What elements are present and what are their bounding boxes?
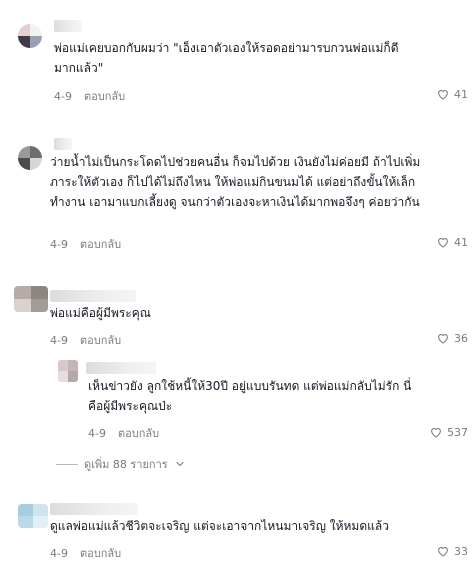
avatar[interactable]: [58, 360, 78, 382]
comment-text: ว่ายน้ำไม่เป็นกระโดดไปช่วยคนอื่น ก็จมไปด…: [50, 155, 421, 209]
comment-date: 4-9: [50, 546, 68, 560]
like-count: 36: [454, 331, 468, 345]
reply-button[interactable]: ตอบกลับ: [80, 331, 121, 349]
heart-outline-icon: [431, 428, 441, 438]
like-count: 33: [454, 544, 468, 558]
heart-outline-icon: [438, 547, 448, 557]
comment-date: 4-9: [54, 89, 72, 103]
comment-date: 4-9: [50, 237, 68, 251]
comment-meta: 4-9 ตอบกลับ: [54, 87, 125, 105]
like-button[interactable]: 41: [436, 235, 468, 249]
like-count: 41: [454, 87, 468, 101]
view-more-replies-button[interactable]: ดูเพิ่ม 88 รายการ: [56, 455, 186, 473]
heart-outline-icon: [438, 90, 448, 100]
like-button[interactable]: 537: [429, 425, 468, 439]
comment-text: พ่อแม่คือผู้มีพระคุณ: [50, 306, 151, 320]
like-button[interactable]: 41: [436, 87, 468, 101]
reply-button[interactable]: ตอบกลับ: [84, 87, 125, 105]
comment-meta: 4-9 ตอบกลับ: [50, 331, 121, 349]
username-blurred[interactable]: [50, 290, 136, 302]
comment-date: 4-9: [88, 426, 106, 440]
avatar[interactable]: [14, 286, 48, 312]
reply-button[interactable]: ตอบกลับ: [80, 544, 121, 562]
like-count: 41: [454, 235, 468, 249]
like-count: 537: [447, 425, 468, 439]
avatar[interactable]: [18, 24, 42, 48]
comment-text: เห็นข่าวยัง ลูกใช้หนี้ให้30ปี อยู่แบบรัน…: [88, 379, 412, 413]
comment-text: พ่อแม่เคยบอกกับผมว่า "เอ็งเอาตัวเองให้รอ…: [54, 41, 399, 75]
reply-button[interactable]: ตอบกลับ: [80, 235, 121, 253]
comment-meta: 4-9 ตอบกลับ: [50, 544, 121, 562]
chevron-down-icon: [176, 461, 184, 467]
like-button[interactable]: 33: [436, 544, 468, 558]
comment-date: 4-9: [50, 333, 68, 347]
heart-outline-icon: [438, 334, 448, 344]
username-blurred[interactable]: [54, 20, 82, 32]
reply-button[interactable]: ตอบกลับ: [118, 424, 159, 442]
username-blurred[interactable]: [54, 138, 72, 150]
avatar[interactable]: [18, 146, 42, 170]
avatar[interactable]: [18, 504, 48, 528]
username-blurred[interactable]: [86, 362, 156, 374]
like-button[interactable]: 36: [436, 331, 468, 345]
view-more-label: ดูเพิ่ม 88 รายการ: [84, 458, 168, 471]
heart-outline-icon: [438, 238, 448, 248]
username-blurred[interactable]: [50, 503, 138, 515]
comment-meta: 4-9 ตอบกลับ: [88, 424, 159, 442]
comment-text: ดูแลพ่อแม่แล้วชีวิตจะเจริญ แต่จะเอาจากไห…: [50, 519, 389, 533]
comment-meta: 4-9 ตอบกลับ: [50, 235, 121, 253]
divider-line: [56, 463, 78, 465]
